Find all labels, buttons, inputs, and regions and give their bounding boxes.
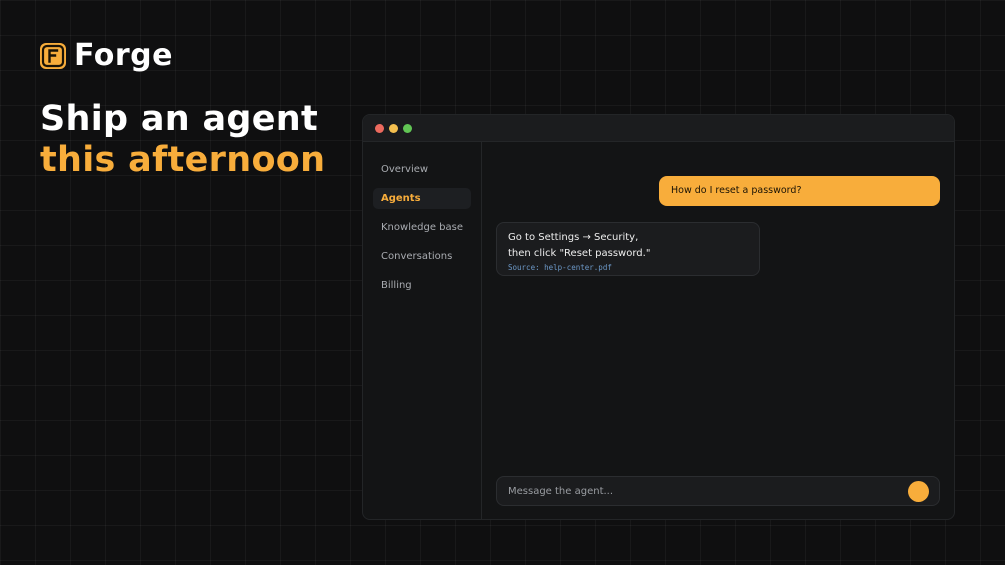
agent-message-source[interactable]: Source: help-center.pdf bbox=[508, 262, 748, 274]
message-composer bbox=[496, 476, 940, 506]
headline: Ship an agent this afternoon bbox=[40, 99, 325, 181]
sidebar-item-conversations[interactable]: Conversations bbox=[373, 246, 471, 267]
chat-panel: How do I reset a password? Go to Setting… bbox=[482, 142, 954, 519]
message-input[interactable] bbox=[508, 485, 908, 497]
sidebar: Overview Agents Knowledge base Conversat… bbox=[363, 142, 482, 519]
agent-message-bubble: Go to Settings → Security, then click "R… bbox=[496, 222, 760, 276]
forge-logo-icon bbox=[40, 43, 66, 69]
brand-name: Forge bbox=[74, 38, 174, 73]
sidebar-item-billing[interactable]: Billing bbox=[373, 275, 471, 296]
maximize-window-dot[interactable] bbox=[403, 123, 412, 133]
sidebar-item-knowledge-base[interactable]: Knowledge base bbox=[373, 217, 471, 238]
user-message-bubble: How do I reset a password? bbox=[659, 176, 940, 206]
agent-message-line-2: then click "Reset password." bbox=[508, 248, 651, 259]
minimize-window-dot[interactable] bbox=[389, 123, 398, 133]
headline-line-1: Ship an agent bbox=[40, 99, 319, 139]
headline-line-2: this afternoon bbox=[40, 140, 326, 180]
app-window: Overview Agents Knowledge base Conversat… bbox=[362, 114, 955, 520]
brand: Forge bbox=[40, 36, 173, 76]
window-titlebar bbox=[363, 115, 954, 142]
send-button[interactable] bbox=[908, 480, 929, 502]
sidebar-item-overview[interactable]: Overview bbox=[373, 159, 471, 180]
close-window-dot[interactable] bbox=[375, 123, 384, 133]
agent-message-line-1: Go to Settings → Security, bbox=[508, 232, 639, 243]
sidebar-item-agents[interactable]: Agents bbox=[373, 188, 471, 209]
